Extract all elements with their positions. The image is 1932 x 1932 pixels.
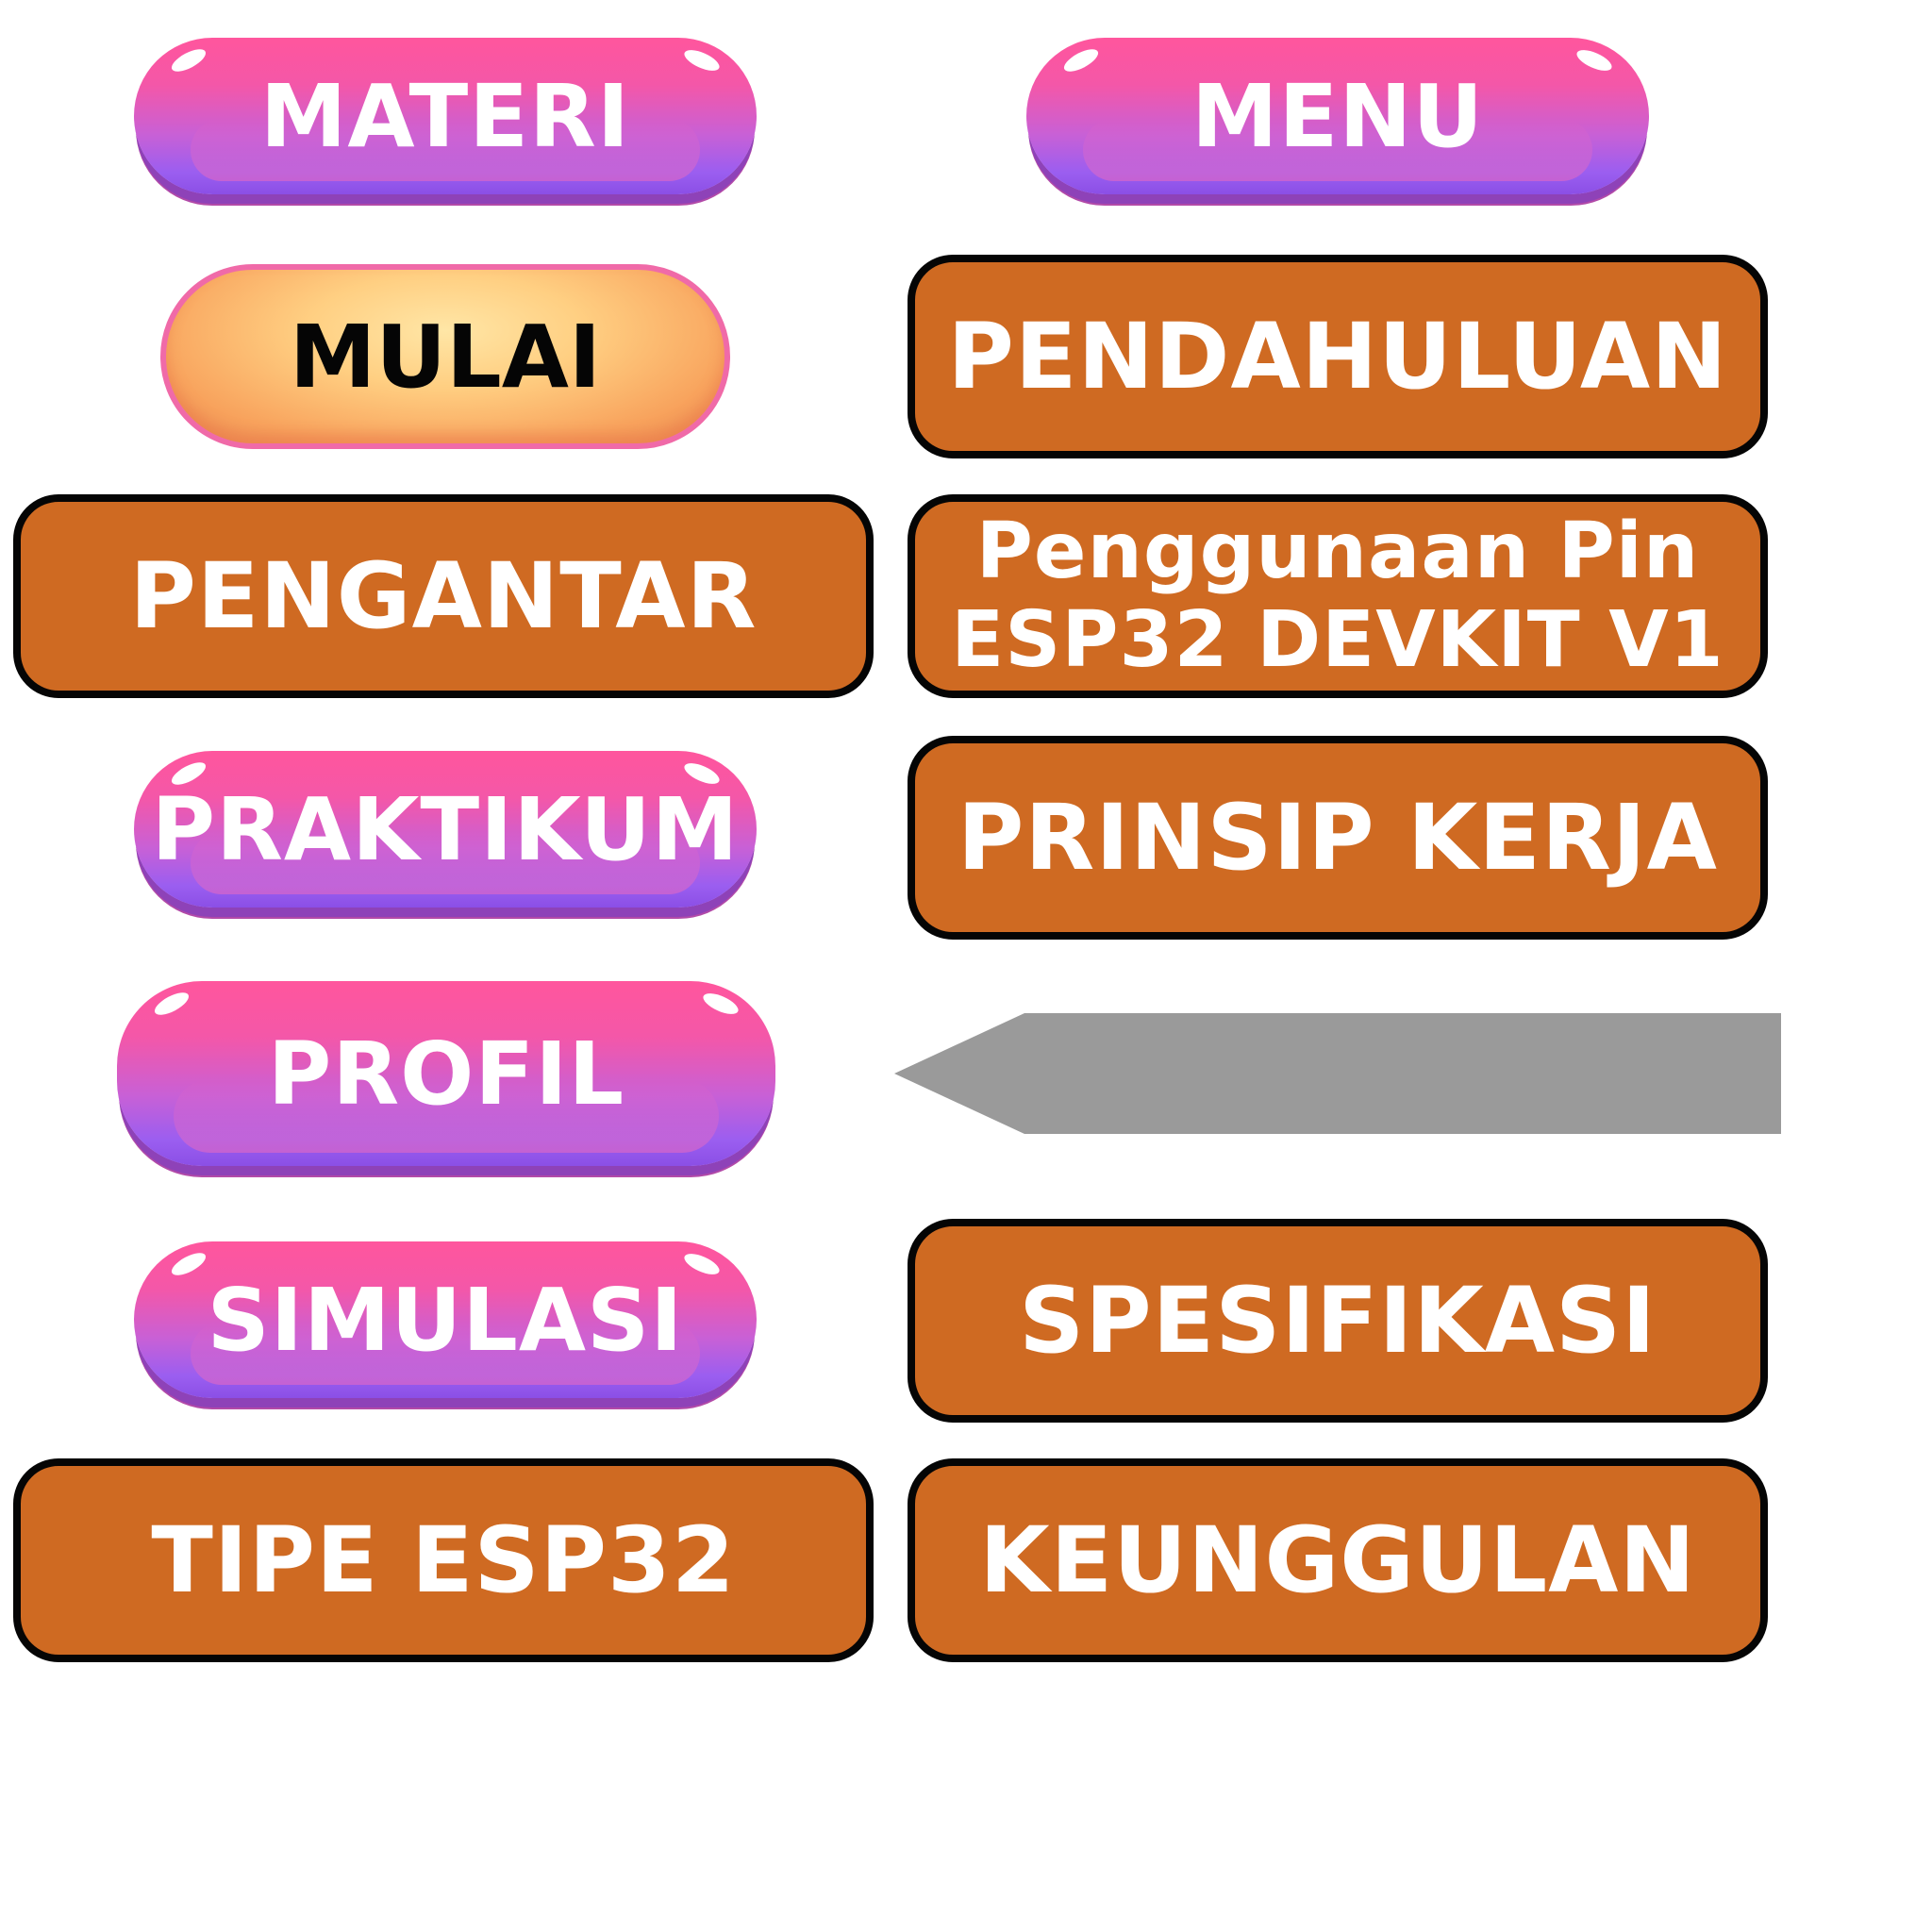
gloss-highlight — [700, 989, 741, 1019]
keunggulan-label: KEUNGGULAN — [979, 1507, 1696, 1613]
gloss-highlight — [681, 45, 723, 75]
tipe-esp32-button[interactable]: TIPE ESP32 — [13, 1458, 874, 1662]
menu-button[interactable]: MENU — [1026, 38, 1649, 194]
mulai-button[interactable]: MULAI — [160, 264, 730, 449]
gloss-highlight — [1060, 44, 1102, 76]
back-arrow-shape — [894, 1013, 1781, 1134]
simulasi-label: SIMULASI — [207, 1269, 684, 1371]
praktikum-button[interactable]: PRAKTIKUM — [134, 751, 757, 908]
gloss-highlight — [151, 988, 192, 1020]
pendahuluan-label: PENDAHULUAN — [947, 304, 1728, 409]
praktikum-label: PRAKTIKUM — [151, 778, 740, 880]
mulai-label: MULAI — [289, 306, 602, 408]
tipe-esp32-label: TIPE ESP32 — [151, 1507, 736, 1613]
back-arrow-icon[interactable] — [894, 1008, 1781, 1140]
keunggulan-button[interactable]: KEUNGGULAN — [908, 1458, 1768, 1662]
gloss-highlight — [1574, 45, 1615, 75]
gloss-highlight — [681, 1249, 723, 1279]
spesifikasi-button[interactable]: SPESIFIKASI — [908, 1219, 1768, 1423]
profil-label: PROFIL — [267, 1023, 625, 1124]
simulasi-button[interactable]: SIMULASI — [134, 1241, 757, 1398]
materi-label: MATERI — [259, 65, 631, 167]
penggunaan-pin-label-line2: ESP32 DEVKIT V1 — [951, 595, 1724, 685]
pengantar-label: PENGANTAR — [129, 543, 758, 649]
profil-button[interactable]: PROFIL — [117, 981, 775, 1166]
menu-label: MENU — [1191, 65, 1485, 167]
gloss-highlight — [168, 44, 209, 76]
prinsip-kerja-button[interactable]: PRINSIP KERJA — [908, 736, 1768, 940]
penggunaan-pin-button[interactable]: Penggunaan Pin ESP32 DEVKIT V1 — [908, 494, 1768, 698]
prinsip-kerja-label: PRINSIP KERJA — [958, 785, 1718, 891]
gloss-highlight — [168, 1248, 209, 1280]
pendahuluan-button[interactable]: PENDAHULUAN — [908, 255, 1768, 458]
pengantar-button[interactable]: PENGANTAR — [13, 494, 874, 698]
penggunaan-pin-label-line1: Penggunaan Pin — [975, 506, 1700, 596]
materi-button[interactable]: MATERI — [134, 38, 757, 194]
spesifikasi-label: SPESIFIKASI — [1019, 1268, 1657, 1374]
